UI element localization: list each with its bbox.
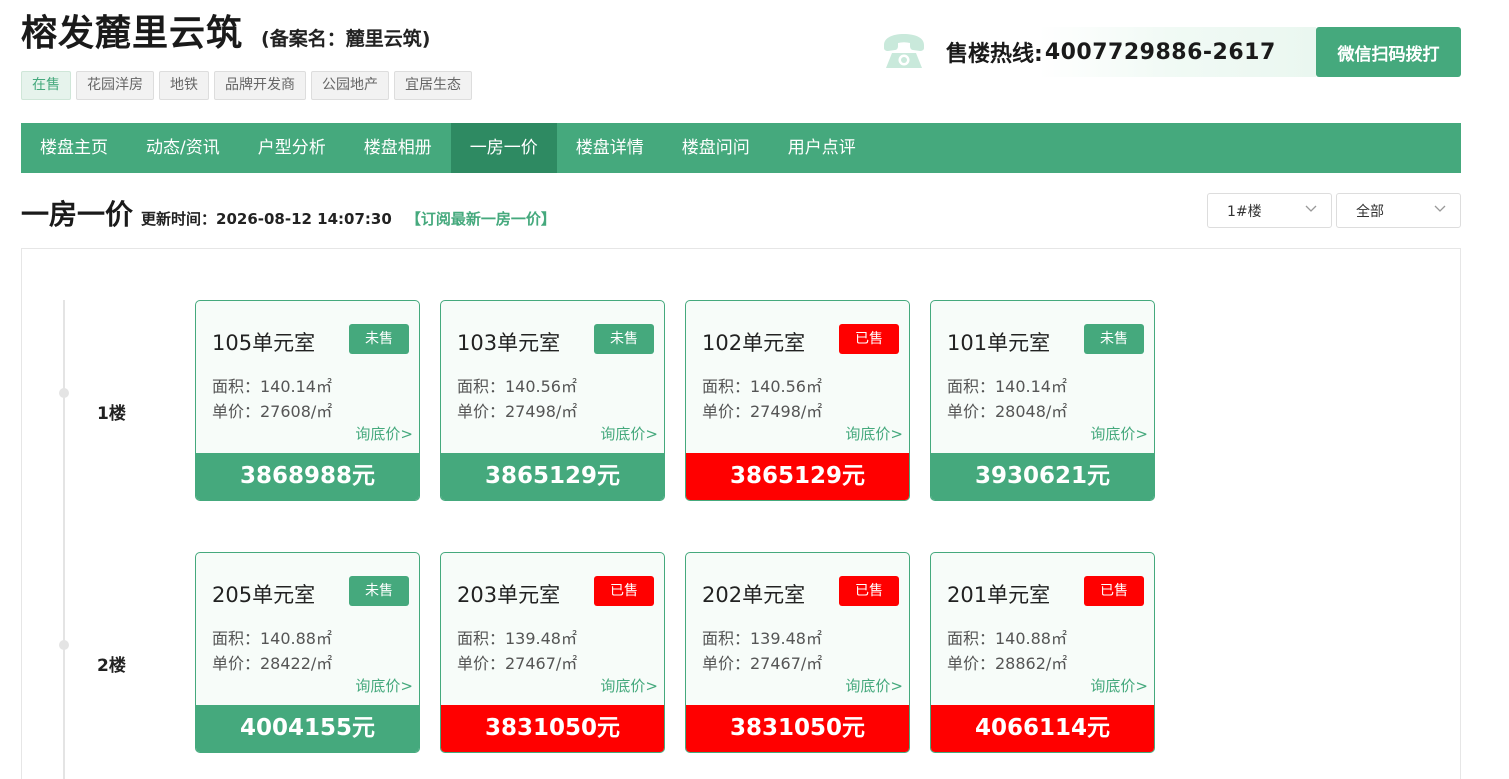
status-select-value: 全部 xyxy=(1356,203,1384,220)
unit-card-202[interactable]: 202单元室 已售 面积：139.48㎡ 单价：27467/㎡ 询底价> 383… xyxy=(685,552,910,753)
status-badge: 未售 xyxy=(594,324,654,354)
record-name: (备案名：麓里云筑) xyxy=(261,28,431,50)
total-price: 3831050元 xyxy=(441,705,664,752)
unit-price: 单价：28862/㎡ xyxy=(947,654,1068,673)
status-badge: 已售 xyxy=(839,576,899,606)
unit-price: 单价：27498/㎡ xyxy=(702,402,823,421)
unit-area: 面积：140.56㎡ xyxy=(457,377,577,396)
status-badge: 未售 xyxy=(1084,324,1144,354)
status-select[interactable]: 全部 xyxy=(1336,193,1461,228)
unit-card-103[interactable]: 103单元室 未售 面积：140.56㎡ 单价：27498/㎡ 询底价> 386… xyxy=(440,300,665,501)
unit-area: 面积：139.48㎡ xyxy=(457,629,577,648)
unit-name: 103单元室 xyxy=(457,331,561,355)
wechat-call-button[interactable]: 微信扫码拨打 xyxy=(1316,27,1461,77)
phone-icon xyxy=(884,34,924,68)
tag-brand-developer: 品牌开发商 xyxy=(214,71,306,100)
unit-area: 面积：140.56㎡ xyxy=(702,377,822,396)
timeline-dot xyxy=(59,640,69,650)
tag-metro: 地铁 xyxy=(159,71,209,100)
update-time: 更新时间：2026-08-12 14:07:30 xyxy=(141,210,392,228)
nav-details[interactable]: 楼盘详情 xyxy=(557,123,663,173)
unit-price: 单价：27608/㎡ xyxy=(212,402,333,421)
nav-qa[interactable]: 楼盘问问 xyxy=(663,123,769,173)
status-badge: 已售 xyxy=(594,576,654,606)
total-price: 3930621元 xyxy=(931,453,1154,500)
nav-home[interactable]: 楼盘主页 xyxy=(21,123,127,173)
unit-card-205[interactable]: 205单元室 未售 面积：140.88㎡ 单价：28422/㎡ 询底价> 400… xyxy=(195,552,420,753)
hotline-number[interactable]: 4007729886-2617 xyxy=(1045,40,1276,65)
unit-price: 单价：27498/㎡ xyxy=(457,402,578,421)
total-price: 3865129元 xyxy=(441,453,664,500)
nav-floorplans[interactable]: 户型分析 xyxy=(239,123,345,173)
hotline: 售楼热线: 4007729886-2617 xyxy=(946,27,1316,77)
ask-price-link[interactable]: 询底价> xyxy=(355,423,413,444)
ask-price-link[interactable]: 询底价> xyxy=(600,675,658,696)
main-nav: 楼盘主页 动态/资讯 户型分析 楼盘相册 一房一价 楼盘详情 楼盘问问 用户点评 xyxy=(21,123,1461,173)
unit-name: 201单元室 xyxy=(947,583,1051,607)
floor-label-1: 1楼 xyxy=(97,404,126,424)
total-price: 4066114元 xyxy=(931,705,1154,752)
unit-price: 单价：27467/㎡ xyxy=(702,654,823,673)
unit-name: 202单元室 xyxy=(702,583,806,607)
floor-timeline xyxy=(63,300,65,779)
total-price: 3868988元 xyxy=(196,453,419,500)
tag-garden-house: 花园洋房 xyxy=(76,71,154,100)
unit-name: 102单元室 xyxy=(702,331,806,355)
tag-eco-living: 宜居生态 xyxy=(394,71,472,100)
status-badge: 已售 xyxy=(1084,576,1144,606)
project-title: 榕发麓里云筑 xyxy=(21,13,244,54)
status-badge: 未售 xyxy=(349,576,409,606)
floor-label-2: 2楼 xyxy=(97,656,126,676)
nav-news[interactable]: 动态/资讯 xyxy=(127,123,239,173)
section-title: 一房一价 xyxy=(21,198,134,231)
section-header: 一房一价 更新时间：2026-08-12 14:07:30 【订阅最新一房一价】 xyxy=(21,193,556,233)
building-select-value: 1#楼 xyxy=(1227,203,1262,220)
hotline-label: 售楼热线: xyxy=(946,42,1043,67)
unit-card-201[interactable]: 201单元室 已售 面积：140.88㎡ 单价：28862/㎡ 询底价> 406… xyxy=(930,552,1155,753)
ask-price-link[interactable]: 询底价> xyxy=(1090,423,1148,444)
total-price: 3865129元 xyxy=(686,453,909,500)
unit-card-102[interactable]: 102单元室 已售 面积：140.56㎡ 单价：27498/㎡ 询底价> 386… xyxy=(685,300,910,501)
unit-name: 203单元室 xyxy=(457,583,561,607)
total-price: 4004155元 xyxy=(196,705,419,752)
nav-album[interactable]: 楼盘相册 xyxy=(345,123,451,173)
chevron-down-icon xyxy=(1434,205,1446,212)
unit-card-203[interactable]: 203单元室 已售 面积：139.48㎡ 单价：27467/㎡ 询底价> 383… xyxy=(440,552,665,753)
ask-price-link[interactable]: 询底价> xyxy=(845,423,903,444)
ask-price-link[interactable]: 询底价> xyxy=(355,675,413,696)
nav-price-list[interactable]: 一房一价 xyxy=(450,123,557,173)
unit-name: 105单元室 xyxy=(212,331,316,355)
unit-card-105[interactable]: 105单元室 未售 面积：140.14㎡ 单价：27608/㎡ 询底价> 386… xyxy=(195,300,420,501)
unit-price: 单价：27467/㎡ xyxy=(457,654,578,673)
nav-reviews[interactable]: 用户点评 xyxy=(769,123,875,173)
unit-card-101[interactable]: 101单元室 未售 面积：140.14㎡ 单价：28048/㎡ 询底价> 393… xyxy=(930,300,1155,501)
tag-park-estate: 公园地产 xyxy=(311,71,389,100)
timeline-dot xyxy=(59,388,69,398)
ask-price-link[interactable]: 询底价> xyxy=(845,675,903,696)
unit-area: 面积：140.88㎡ xyxy=(212,629,332,648)
unit-name: 101单元室 xyxy=(947,331,1051,355)
status-badge: 已售 xyxy=(839,324,899,354)
unit-price: 单价：28422/㎡ xyxy=(212,654,333,673)
unit-area: 面积：140.14㎡ xyxy=(212,377,332,396)
project-header: 榕发麓里云筑 (备案名：麓里云筑) xyxy=(21,4,430,56)
tag-on-sale: 在售 xyxy=(21,71,71,100)
unit-area: 面积：140.14㎡ xyxy=(947,377,1067,396)
ask-price-link[interactable]: 询底价> xyxy=(600,423,658,444)
unit-area: 面积：140.88㎡ xyxy=(947,629,1067,648)
subscribe-link[interactable]: 【订阅最新一房一价】 xyxy=(406,208,556,229)
unit-name: 205单元室 xyxy=(212,583,316,607)
building-select[interactable]: 1#楼 xyxy=(1207,193,1332,228)
status-badge: 未售 xyxy=(349,324,409,354)
total-price: 3831050元 xyxy=(686,705,909,752)
chevron-down-icon xyxy=(1305,205,1317,212)
unit-area: 面积：139.48㎡ xyxy=(702,629,822,648)
tag-list: 在售 花园洋房 地铁 品牌开发商 公园地产 宜居生态 xyxy=(21,71,472,100)
ask-price-link[interactable]: 询底价> xyxy=(1090,675,1148,696)
unit-price: 单价：28048/㎡ xyxy=(947,402,1068,421)
